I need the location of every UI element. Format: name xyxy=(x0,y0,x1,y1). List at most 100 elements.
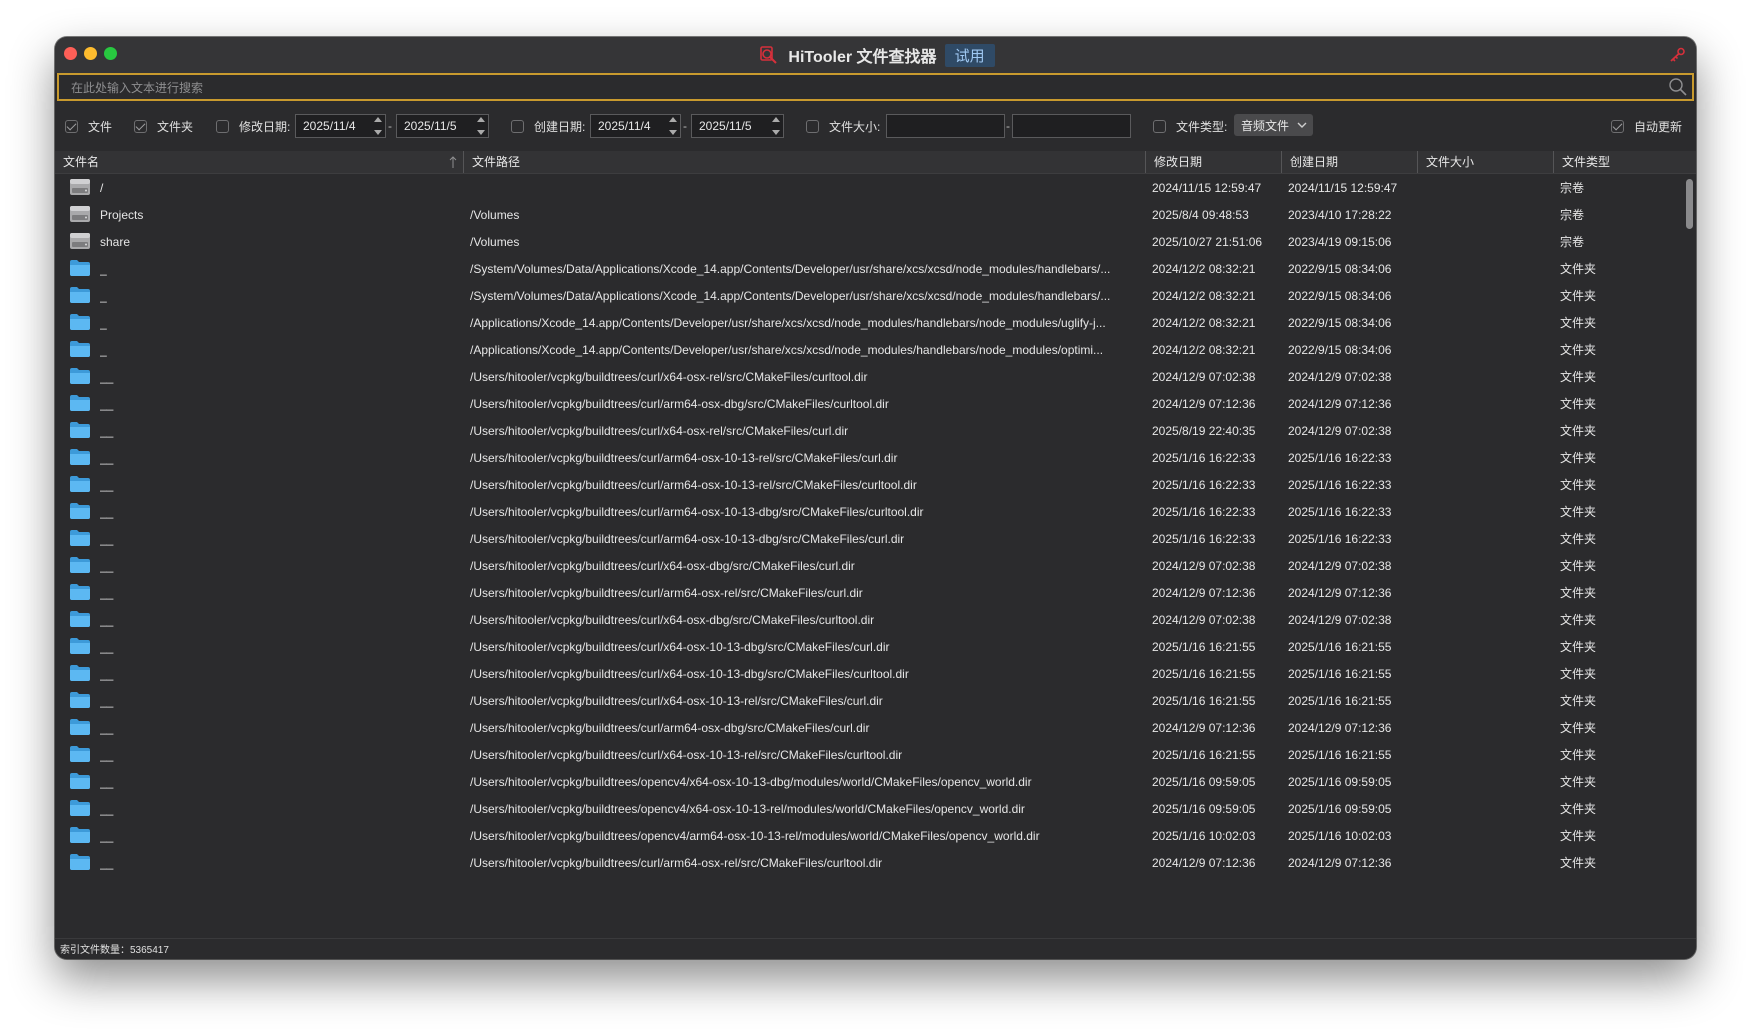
cell-type: 文件夹 xyxy=(1560,478,1597,492)
column-header-size[interactable]: 文件大小 xyxy=(1418,151,1554,173)
cell-path: /Users/hitooler/vcpkg/buildtrees/curl/x6… xyxy=(470,640,890,654)
trial-badge[interactable]: 试用 xyxy=(944,43,995,67)
table-row[interactable]: __ /Users/hitooler/vcpkg/buildtrees/curl/… xyxy=(55,551,1696,581)
table-row[interactable]: __ /Users/hitooler/vcpkg/buildtrees/curl/… xyxy=(55,443,1696,473)
cell-modified: 2025/10/27 21:51:06 xyxy=(1152,235,1263,249)
modified-from-date-field[interactable]: 2025/11/4 xyxy=(295,114,386,138)
cell-type: 文件夹 xyxy=(1560,451,1597,465)
cell-created: 2025/1/16 09:59:05 xyxy=(1288,775,1392,789)
cell-path: /Users/hitooler/vcpkg/buildtrees/opencv4… xyxy=(470,829,1040,843)
cell-name: __ xyxy=(100,424,114,438)
cell-type: 文件夹 xyxy=(1560,613,1597,627)
cell-type: 文件夹 xyxy=(1560,370,1597,384)
created-to-stepper[interactable] xyxy=(770,117,781,135)
vertical-scrollbar[interactable] xyxy=(1684,173,1694,938)
table-row[interactable]: _ /System/Volumes/Data/Applications/Xcode… xyxy=(55,254,1696,284)
table-row[interactable]: __ /Users/hitooler/vcpkg/buildtrees/curl/… xyxy=(55,632,1696,662)
cell-path: /Users/hitooler/vcpkg/buildtrees/curl/x6… xyxy=(470,370,868,384)
table-row[interactable]: / 2024/11/15 12:59:47 2024/11/15 12:59:47 宗… xyxy=(55,173,1696,203)
modified-to-date-field[interactable]: 2025/11/5 xyxy=(396,114,489,138)
cell-type: 文件夹 xyxy=(1560,856,1597,870)
modified-date-filter[interactable]: 修改日期: xyxy=(216,117,290,135)
file-type-checkbox[interactable] xyxy=(1153,119,1166,133)
folder-icon xyxy=(69,636,91,656)
cell-name: __ xyxy=(100,829,114,843)
auto-update-filter[interactable]: 自动更新 xyxy=(1611,117,1682,135)
cell-path: /Users/hitooler/vcpkg/buildtrees/curl/ar… xyxy=(470,586,863,600)
file-size-filter[interactable]: 文件大小: xyxy=(806,117,880,135)
license-key-icon[interactable] xyxy=(1668,47,1686,63)
table-row[interactable]: __ /Users/hitooler/vcpkg/buildtrees/curl/… xyxy=(55,740,1696,770)
table-row[interactable]: __ /Users/hitooler/vcpkg/buildtrees/curl/… xyxy=(55,578,1696,608)
file-size-max-field[interactable] xyxy=(1012,114,1131,138)
column-header-modified[interactable]: 修改日期 xyxy=(1146,151,1282,173)
cell-size xyxy=(1426,767,1546,797)
cell-path: /Users/hitooler/vcpkg/buildtrees/curl/ar… xyxy=(470,397,889,411)
table-row[interactable]: _ /System/Volumes/Data/Applications/Xcode… xyxy=(55,281,1696,311)
cell-size xyxy=(1426,578,1546,608)
cell-name: __ xyxy=(100,613,114,627)
column-header-created[interactable]: 创建日期 xyxy=(1282,151,1418,173)
table-row[interactable]: Projects/Volumes 2025/8/4 09:48:53 2023/4/… xyxy=(55,200,1696,230)
cell-size xyxy=(1426,659,1546,689)
chevron-down-icon xyxy=(1297,122,1307,128)
table-row[interactable]: __ /Users/hitooler/vcpkg/buildtrees/curl/… xyxy=(55,659,1696,689)
folder-icon xyxy=(69,339,91,359)
folder-filter[interactable]: 文件夹 xyxy=(134,117,193,135)
file-type-dropdown[interactable]: 音频文件 xyxy=(1234,114,1313,136)
table-row[interactable]: __ /Users/hitooler/vcpkg/buildtrees/openc… xyxy=(55,794,1696,824)
cell-modified: 2025/8/19 22:40:35 xyxy=(1152,424,1256,438)
modified-from-stepper[interactable] xyxy=(372,117,383,135)
cell-modified: 2025/1/16 09:59:05 xyxy=(1152,775,1256,789)
created-to-date-field[interactable]: 2025/11/5 xyxy=(691,114,784,138)
scrollbar-thumb[interactable] xyxy=(1686,179,1693,229)
column-header-type[interactable]: 文件类型 xyxy=(1554,151,1696,173)
table-row[interactable]: __ /Users/hitooler/vcpkg/buildtrees/openc… xyxy=(55,767,1696,797)
table-row[interactable]: _ /Applications/Xcode_14.app/Contents/Dev… xyxy=(55,335,1696,365)
file-size-checkbox[interactable] xyxy=(806,119,819,133)
created-date-checkbox[interactable] xyxy=(511,119,524,133)
cell-size xyxy=(1426,632,1546,662)
cell-name: _ xyxy=(100,343,107,357)
table-row[interactable]: __ /Users/hitooler/vcpkg/buildtrees/curl/… xyxy=(55,362,1696,392)
table-row[interactable]: __ /Users/hitooler/vcpkg/buildtrees/curl/… xyxy=(55,470,1696,500)
created-from-stepper[interactable] xyxy=(667,117,678,135)
cell-created: 2025/1/16 16:21:55 xyxy=(1288,640,1392,654)
drive-icon xyxy=(69,177,91,197)
modified-to-stepper[interactable] xyxy=(475,117,486,135)
status-bar: 索引文件数量：5365417 xyxy=(55,938,1696,959)
folder-icon xyxy=(69,609,91,629)
search-input[interactable] xyxy=(69,75,1633,101)
cell-modified: 2025/1/16 16:21:55 xyxy=(1152,748,1256,762)
modified-date-checkbox[interactable] xyxy=(216,119,229,133)
file-type-filter[interactable]: 文件类型: xyxy=(1153,117,1227,135)
search-icon[interactable] xyxy=(1668,77,1688,97)
auto-update-checkbox[interactable] xyxy=(1611,119,1624,133)
table-row[interactable]: __ /Users/hitooler/vcpkg/buildtrees/curl/… xyxy=(55,497,1696,527)
table-row[interactable]: __ /Users/hitooler/vcpkg/buildtrees/openc… xyxy=(55,821,1696,851)
file-filter[interactable]: 文件 xyxy=(65,117,112,135)
folder-checkbox[interactable] xyxy=(134,119,147,133)
table-row[interactable]: __ /Users/hitooler/vcpkg/buildtrees/curl/… xyxy=(55,416,1696,446)
file-checkbox[interactable] xyxy=(65,119,78,133)
cell-size xyxy=(1426,821,1546,851)
table-row[interactable]: share/Volumes 2025/10/27 21:51:06 2023/4/1… xyxy=(55,227,1696,257)
auto-update-label: 自动更新 xyxy=(1634,119,1683,134)
table-row[interactable]: __ /Users/hitooler/vcpkg/buildtrees/curl/… xyxy=(55,686,1696,716)
table-row[interactable]: __ /Users/hitooler/vcpkg/buildtrees/curl/… xyxy=(55,713,1696,743)
created-date-filter[interactable]: 创建日期: xyxy=(511,117,585,135)
cell-created: 2022/9/15 08:34:06 xyxy=(1288,262,1392,276)
table-row[interactable]: __ /Users/hitooler/vcpkg/buildtrees/curl/… xyxy=(55,848,1696,878)
cell-name: __ xyxy=(100,667,114,681)
table-row[interactable]: __ /Users/hitooler/vcpkg/buildtrees/curl/… xyxy=(55,389,1696,419)
created-from-date-field[interactable]: 2025/11/4 xyxy=(590,114,681,138)
table-row[interactable]: __ /Users/hitooler/vcpkg/buildtrees/curl/… xyxy=(55,605,1696,635)
table-row[interactable]: __ /Users/hitooler/vcpkg/buildtrees/curl/… xyxy=(55,524,1696,554)
app-window: HiTooler 文件查找器 试用 文件 文件夹 xyxy=(55,37,1696,959)
column-header-path[interactable]: 文件路径 xyxy=(464,151,1146,173)
cell-size xyxy=(1426,686,1546,716)
file-size-min-field[interactable] xyxy=(886,114,1005,138)
folder-icon xyxy=(69,285,91,305)
table-row[interactable]: _ /Applications/Xcode_14.app/Contents/Dev… xyxy=(55,308,1696,338)
column-header-name[interactable]: 文件名 xyxy=(55,151,464,173)
